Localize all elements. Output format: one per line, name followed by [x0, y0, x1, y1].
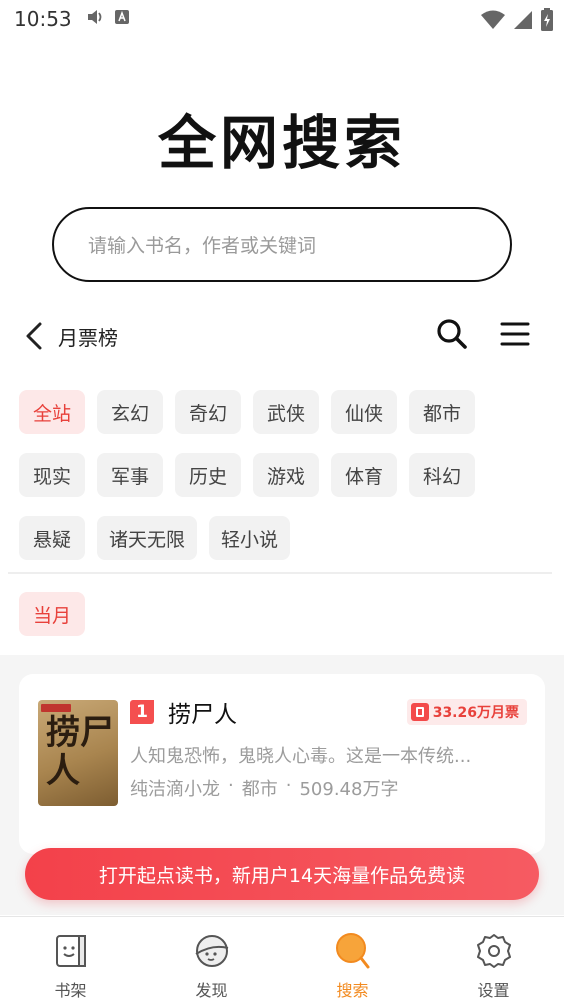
menu-icon[interactable]: [500, 321, 530, 351]
status-bar: 10:53: [0, 0, 564, 38]
category-chip[interactable]: 诸天无限: [97, 516, 198, 560]
category-chip[interactable]: 游戏: [253, 453, 319, 497]
meta-separator: ·: [228, 775, 234, 796]
book-meta: 纯洁滴小龙 · 都市 · 509.48万字: [130, 775, 398, 801]
monthly-ticket-badge: 33.26万月票: [406, 699, 527, 725]
tab-label: 发现: [195, 981, 228, 1000]
signal-icon: [512, 9, 534, 35]
open-app-button[interactable]: 打开起点读书，新用户14天海量作品免费读: [25, 848, 539, 900]
tab-search[interactable]: 搜索: [282, 917, 423, 1004]
back-arrow-icon[interactable]: [24, 316, 50, 356]
ranking-header: 月票榜: [0, 312, 564, 360]
category-chip[interactable]: 现实: [19, 453, 85, 497]
category-chip[interactable]: 轻小说: [209, 516, 291, 560]
category-chip[interactable]: 仙侠: [331, 390, 397, 434]
category-chip[interactable]: 悬疑: [19, 516, 85, 560]
category-chip[interactable]: 奇幻: [175, 390, 241, 434]
tab-discover[interactable]: 发现: [141, 917, 282, 1004]
search-input[interactable]: 请输入书名，作者或关键词: [52, 207, 512, 282]
bottom-tab-bar: 书架 发现 搜索 设置: [0, 916, 564, 1004]
volume-icon: [86, 8, 104, 30]
wifi-icon: [480, 9, 506, 35]
keyboard-a-icon: [114, 9, 130, 29]
search-tab-icon: [333, 931, 373, 971]
bookshelf-icon: [51, 931, 91, 971]
tab-label: 书架: [54, 981, 87, 1000]
category-chip[interactable]: 科幻: [409, 453, 475, 497]
page-title: 全网搜索: [157, 109, 406, 177]
book-genre: 都市: [241, 779, 278, 800]
discover-icon: [192, 931, 232, 971]
search-icon[interactable]: [436, 318, 468, 354]
divider: [8, 572, 552, 574]
tab-bookshelf[interactable]: 书架: [0, 917, 141, 1004]
category-chip[interactable]: 体育: [331, 453, 397, 497]
ranking-title: 月票榜: [58, 325, 118, 350]
category-chip[interactable]: 都市: [409, 390, 475, 434]
category-chip[interactable]: 武侠: [253, 390, 319, 434]
ticket-icon: [410, 703, 429, 721]
period-chip[interactable]: 当月: [19, 592, 85, 636]
book-description: 人知鬼恐怖，鬼晓人心毒。这是一本传统...: [130, 746, 472, 767]
status-time: 10:53: [14, 7, 72, 31]
book-card[interactable]: 捞尸人 1 捞尸人 33.26万月票 人知鬼恐怖，鬼晓人心毒。这是一本传统...…: [19, 674, 545, 854]
cover-publisher-badge: [41, 704, 71, 712]
search-placeholder: 请输入书名，作者或关键词: [88, 235, 317, 257]
book-word-count: 509.48万字: [299, 779, 399, 800]
book-author: 纯洁滴小龙: [130, 779, 220, 800]
tab-settings[interactable]: 设置: [423, 917, 564, 1004]
settings-icon: [474, 931, 514, 971]
meta-separator: ·: [285, 775, 292, 796]
category-chip[interactable]: 全站: [19, 390, 85, 434]
category-chip[interactable]: 玄幻: [97, 390, 163, 434]
cover-title: 捞尸人: [46, 713, 114, 791]
tab-label: 搜索: [336, 981, 369, 1000]
tab-label: 设置: [477, 981, 510, 1000]
category-chip[interactable]: 军事: [97, 453, 163, 497]
rank-number-badge: 1: [130, 700, 154, 724]
book-cover: 捞尸人: [38, 700, 118, 806]
book-title: 捞尸人: [168, 702, 237, 728]
battery-icon: [540, 8, 554, 36]
ticket-count: 33.26万月票: [432, 705, 519, 721]
category-chip[interactable]: 历史: [175, 453, 241, 497]
category-chips: 全站 玄幻 奇幻 武侠 仙侠 都市 现实 军事 历史 游戏 体育 科幻 悬疑 诸…: [19, 390, 549, 560]
